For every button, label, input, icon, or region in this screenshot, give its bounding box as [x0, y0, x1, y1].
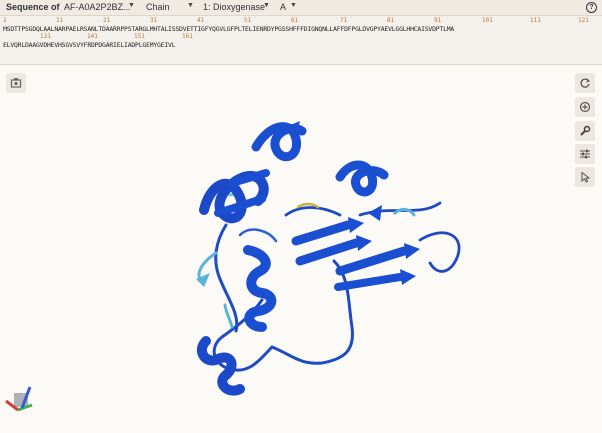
axes-gizmo [5, 386, 33, 412]
mode-select[interactable]: Chain [146, 2, 170, 12]
loop-segment [270, 259, 354, 365]
protein-structure[interactable] [0, 65, 602, 433]
strand-arrowhead [400, 269, 416, 285]
residue-number: 51 [244, 17, 252, 24]
loop-segment [284, 206, 342, 217]
sequence-line-1[interactable]: MSDTTPSGDQLAALNARPAELRSANLTDAARRPPSTARGL… [3, 25, 454, 33]
residue-number: 1 [3, 17, 7, 24]
strand-arrowhead [368, 205, 382, 221]
loop-segment [238, 228, 278, 243]
residue-number: 91 [434, 17, 442, 24]
chain-id-select[interactable]: A [280, 2, 286, 12]
sequence-line-2[interactable]: ELVQRLDAAGVDHEVHSGVSVYFRDPDGARIELIADPLGE… [3, 41, 176, 49]
strand-arrowhead [348, 217, 364, 233]
residue-number: 151 [134, 33, 145, 40]
residue-number: 131 [40, 33, 51, 40]
beta-strand [335, 246, 409, 276]
sequence-label: Sequence of [6, 2, 60, 12]
residue-number: 111 [530, 17, 541, 24]
residue-number: 101 [482, 17, 493, 24]
helix-central [243, 245, 277, 332]
residue-number: 41 [197, 17, 205, 24]
residue-number: 61 [291, 17, 299, 24]
sequence-panel: 1 11 21 31 41 51 61 71 81 91 101 111 121… [0, 16, 602, 65]
chevron-down-icon: ▼ [187, 2, 194, 9]
residue-number: 11 [56, 17, 64, 24]
entry-select[interactable]: AF-A0A2P2BZ... [64, 2, 131, 12]
beta-strand [334, 273, 404, 291]
strand-arrowhead [356, 235, 372, 251]
beta-strand [295, 238, 361, 266]
strand-arrowhead [404, 243, 420, 259]
sequence-toolbar: Sequence of AF-A0A2P2BZ... ▼ Chain ▼ 1: … [0, 0, 602, 16]
structure-viewer[interactable] [0, 65, 602, 433]
helix-top-right [335, 160, 389, 197]
chevron-down-icon: ▼ [128, 2, 135, 9]
residue-number: 31 [150, 17, 158, 24]
low-confidence-loop [223, 303, 234, 329]
residue-number: 71 [340, 17, 348, 24]
chevron-down-icon: ▼ [290, 2, 297, 9]
residue-number: 21 [103, 17, 111, 24]
low-confidence-loop [393, 207, 416, 217]
loop-segment [418, 231, 461, 273]
help-icon[interactable]: ? [586, 2, 597, 13]
residue-number: 141 [87, 33, 98, 40]
residue-number: 121 [578, 17, 589, 24]
residue-number: 161 [182, 33, 193, 40]
chain-select[interactable]: 1: Dioxygenase [203, 2, 265, 12]
beta-strand [291, 220, 353, 246]
chevron-down-icon: ▼ [263, 2, 270, 9]
residue-number: 81 [387, 17, 395, 24]
